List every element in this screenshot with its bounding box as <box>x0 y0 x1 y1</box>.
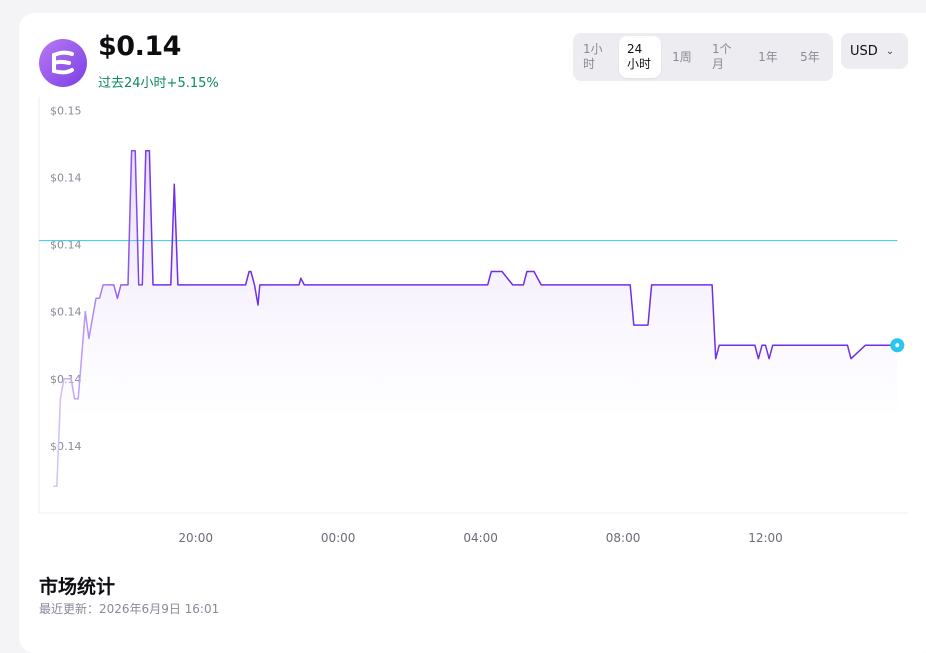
y-tick-label: $0.14 <box>50 306 82 319</box>
x-tick-label: 04:00 <box>463 531 498 545</box>
market-stats-title: 市场统计 <box>39 576 116 598</box>
x-tick-label: 08:00 <box>606 531 641 545</box>
last-updated-label: 最近更新： <box>39 602 100 616</box>
y-tick-label: $0.15 <box>50 104 82 117</box>
x-tick-label: 20:00 <box>178 531 213 545</box>
price-area <box>53 150 898 487</box>
last-updated: 最近更新：2026年6月9日 16:01 <box>39 600 219 617</box>
y-tick-label: $0.14 <box>50 172 82 185</box>
x-tick-label: 12:00 <box>748 531 783 545</box>
last-price-dot-center <box>895 343 900 348</box>
last-updated-value: 2026年6月9日 16:01 <box>99 602 220 616</box>
price-chart: $0.15$0.14$0.14$0.14$0.14$0.14 20:0000:0… <box>38 97 908 545</box>
x-tick-label: 00:00 <box>321 531 356 545</box>
x-axis: 20:00 00:00 04:00 08:00 12:00 <box>178 531 782 545</box>
